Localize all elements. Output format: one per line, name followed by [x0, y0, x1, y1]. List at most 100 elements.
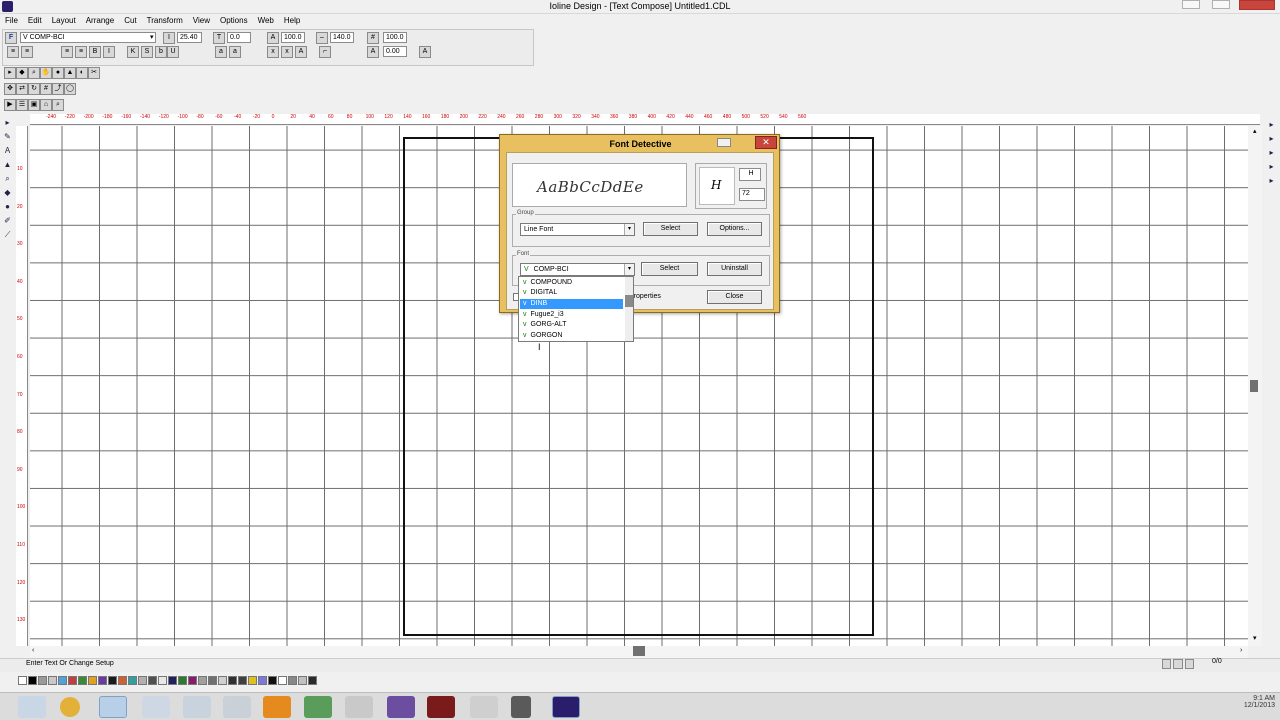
color-swatch[interactable]: [158, 676, 167, 685]
color-swatch[interactable]: [198, 676, 207, 685]
color-swatch[interactable]: [68, 676, 77, 685]
color-swatch[interactable]: [258, 676, 267, 685]
color-swatch[interactable]: [48, 676, 57, 685]
baseline-icon[interactable]: b: [155, 46, 167, 58]
rotate-icon[interactable]: ↻: [28, 83, 40, 95]
subscript-icon[interactable]: x: [281, 46, 293, 58]
fill-icon[interactable]: ▲: [64, 67, 76, 79]
close-window-button[interactable]: [1239, 0, 1275, 10]
right-arrow-2-icon[interactable]: ▸: [1265, 133, 1278, 146]
menu-help[interactable]: Help: [279, 14, 305, 28]
menu-arrange[interactable]: Arrange: [81, 14, 119, 28]
scroll-down-icon[interactable]: ▾: [1253, 634, 1257, 642]
color-swatch[interactable]: [108, 676, 117, 685]
color-swatch[interactable]: [228, 676, 237, 685]
node-edit-icon[interactable]: ◆: [16, 67, 28, 79]
color-swatch[interactable]: [148, 676, 157, 685]
app3-icon[interactable]: [427, 696, 455, 718]
bold-icon[interactable]: B: [89, 46, 101, 58]
color-swatch[interactable]: [208, 676, 217, 685]
menu-web[interactable]: Web: [253, 14, 279, 28]
lines-icon[interactable]: ☰: [16, 99, 28, 111]
superscript-icon[interactable]: x: [267, 46, 279, 58]
color-swatch[interactable]: [188, 676, 197, 685]
color-swatch[interactable]: [218, 676, 227, 685]
font-combo[interactable]: V COMP-BCI ▾: [520, 263, 635, 276]
menu-transform[interactable]: Transform: [142, 14, 188, 28]
page-add-icon[interactable]: [1173, 659, 1183, 669]
dropdown-scrollbar[interactable]: [625, 277, 633, 341]
pointer-icon[interactable]: ▸: [1, 117, 14, 130]
align-center-icon[interactable]: ≡: [21, 46, 33, 58]
close-button[interactable]: Close: [707, 290, 762, 304]
right-arrow-3-icon[interactable]: ▸: [1265, 147, 1278, 160]
grid-icon[interactable]: #: [40, 83, 52, 95]
color-swatch[interactable]: [28, 676, 37, 685]
ab-icon[interactable]: a: [215, 46, 227, 58]
mirror-icon[interactable]: ⌐: [319, 46, 331, 58]
path-icon[interactable]: ⤴: [52, 83, 64, 95]
start-button[interactable]: [18, 696, 46, 718]
dropdown-scroll-thumb[interactable]: [625, 295, 633, 307]
color-swatch[interactable]: [238, 676, 247, 685]
width-percent-field[interactable]: 100.0: [281, 32, 305, 43]
ioline-taskbar-icon[interactable]: [552, 696, 580, 718]
page-icon[interactable]: [1162, 659, 1172, 669]
color-swatch[interactable]: [78, 676, 87, 685]
color-swatch[interactable]: [88, 676, 97, 685]
color-swatch[interactable]: [288, 676, 297, 685]
page-delete-icon[interactable]: [1184, 659, 1194, 669]
color-swatch[interactable]: [58, 676, 67, 685]
font-name-field[interactable]: V COMP-BCI: [20, 32, 156, 43]
pan-icon[interactable]: ✋: [40, 67, 52, 79]
height-percent-field[interactable]: 140.0: [330, 32, 354, 43]
ab2-icon[interactable]: a: [229, 46, 241, 58]
glyph-size-field[interactable]: 72: [739, 188, 765, 201]
calculator-icon[interactable]: [223, 696, 251, 718]
files-icon[interactable]: [142, 696, 170, 718]
rotate-text-icon[interactable]: A: [367, 46, 379, 58]
text-effect-icon[interactable]: A: [419, 46, 431, 58]
scale-percent-field[interactable]: 100.0: [383, 32, 407, 43]
eraser-icon[interactable]: ◐: [76, 67, 88, 79]
glyph-char-field[interactable]: H: [739, 168, 761, 181]
shape-icon[interactable]: ●: [52, 67, 64, 79]
text-size-field[interactable]: 25.40: [177, 32, 202, 43]
menu-file[interactable]: File: [0, 14, 23, 28]
case-icon[interactable]: A: [295, 46, 307, 58]
clock[interactable]: 9:1 AM 12/1/2013: [1227, 695, 1275, 709]
group-dropdown-icon[interactable]: ▾: [624, 224, 634, 235]
color-swatch[interactable]: [18, 676, 27, 685]
options-button[interactable]: Options...: [707, 222, 762, 236]
italic-icon[interactable]: I: [103, 46, 115, 58]
app2-icon[interactable]: [183, 696, 211, 718]
app4-icon[interactable]: [470, 696, 498, 718]
font-dropdown-icon[interactable]: ▾: [624, 264, 634, 275]
list-item[interactable]: v Fugue2_i3: [520, 310, 623, 320]
car-icon[interactable]: [345, 696, 373, 718]
justify-icon[interactable]: ≡: [61, 46, 73, 58]
outlook-icon[interactable]: [263, 696, 291, 718]
cut-icon[interactable]: ✂: [88, 67, 100, 79]
underline-icon[interactable]: U: [167, 46, 179, 58]
dialog-close-x-button[interactable]: ✕: [755, 136, 777, 149]
scroll-up-icon[interactable]: ▴: [1253, 127, 1257, 135]
horizontal-scroll-thumb[interactable]: [633, 646, 645, 656]
list-item-selected[interactable]: v DINB: [520, 299, 623, 309]
color-swatch[interactable]: [298, 676, 307, 685]
app5-icon[interactable]: [511, 696, 531, 718]
color-swatch[interactable]: [168, 676, 177, 685]
dialog-restore-button[interactable]: [717, 138, 731, 147]
search-icon[interactable]: ⌕: [52, 99, 64, 111]
group-select-button[interactable]: Select: [643, 222, 698, 236]
list-item[interactable]: v COMPOUND: [520, 278, 623, 288]
group-combo[interactable]: Line Font ▾: [520, 223, 635, 236]
list-item[interactable]: v GORG-ALT: [520, 320, 623, 330]
color-swatch[interactable]: [98, 676, 107, 685]
triangle-tool-icon[interactable]: ▲: [1, 159, 14, 172]
font-dropdown-arrow-icon[interactable]: ▾: [150, 33, 154, 41]
menu-cut[interactable]: Cut: [119, 14, 141, 28]
align-left-icon[interactable]: ≡: [7, 46, 19, 58]
brush-icon[interactable]: ✐: [1, 215, 14, 228]
magnifier-icon[interactable]: ⌕: [1, 173, 14, 186]
